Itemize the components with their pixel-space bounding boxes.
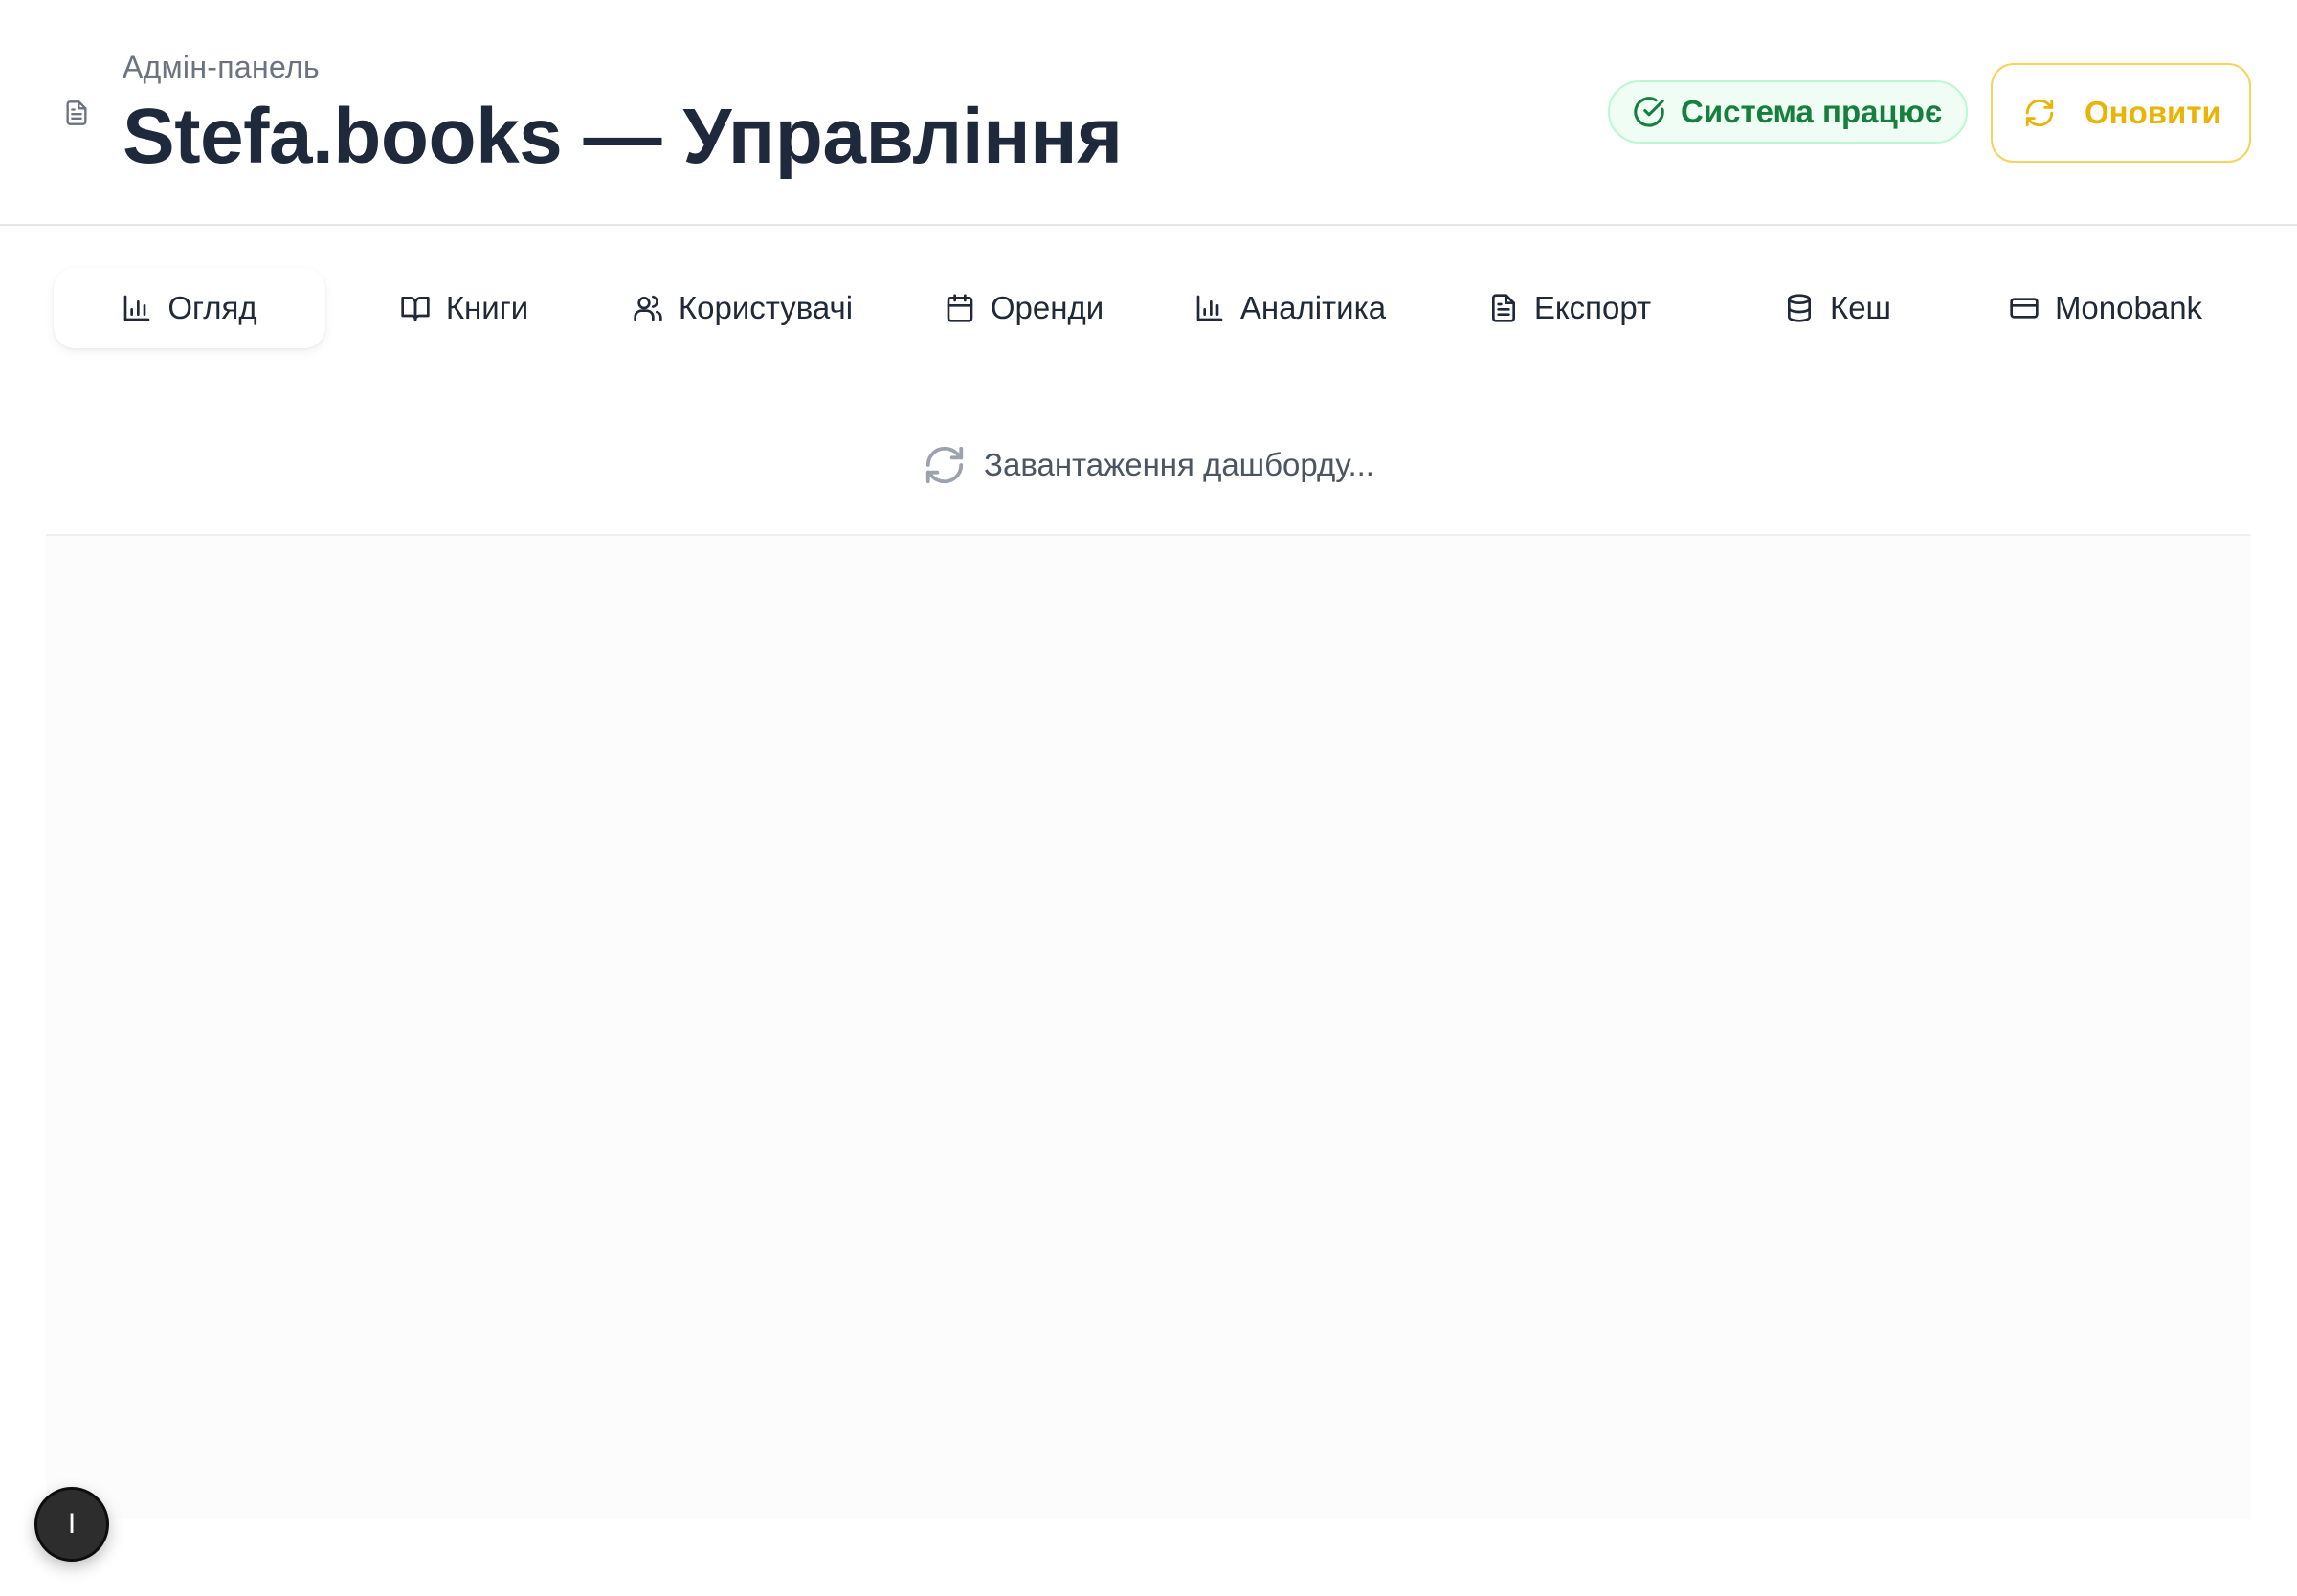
check-circle-icon [1633, 96, 1681, 128]
tab-label: Аналітика [1239, 290, 1387, 325]
tab-bar: Огляд Книги Користувачі Оренди Аналітика… [0, 260, 2297, 356]
bar-chart-icon [1194, 293, 1240, 323]
tab-rentals[interactable]: Оренди [919, 268, 1129, 348]
page-subtitle: Адмін-панель [123, 50, 320, 84]
bar-chart-icon [122, 293, 167, 323]
tab-users[interactable]: Користувачі [609, 268, 877, 348]
tab-label: Кеш [1829, 290, 1892, 325]
tab-label: Книги [445, 290, 529, 325]
tab-label: Експорт [1533, 290, 1652, 325]
dashboard-content-placeholder [46, 534, 2251, 1519]
users-icon [633, 293, 679, 323]
system-status-badge: Система працює [1608, 80, 1968, 144]
tab-label: Користувачі [678, 290, 854, 325]
tab-label: Огляд [167, 290, 257, 325]
refresh-button-label: Оновити [2085, 95, 2221, 130]
tab-analytics[interactable]: Аналітика [1173, 268, 1407, 348]
credit-card-icon [2009, 293, 2055, 323]
loading-text: Завантаження дашборду... [984, 447, 1374, 482]
database-icon [1784, 293, 1830, 323]
tab-label: Оренди [990, 290, 1104, 325]
tab-monobank[interactable]: Monobank [1991, 268, 2220, 348]
page-header: Адмін-панель Stefa.books — Управління Си… [0, 0, 2297, 226]
refresh-icon [2023, 97, 2085, 129]
tab-cache[interactable]: Кеш [1761, 268, 1914, 348]
tab-overview[interactable]: Огляд [54, 268, 325, 348]
tab-export[interactable]: Експорт [1464, 268, 1675, 348]
file-text-icon [1488, 293, 1534, 323]
tab-label: Monobank [2054, 290, 2203, 325]
refresh-button[interactable]: Оновити [1991, 63, 2251, 163]
page-title: Stefa.books — Управління [123, 93, 1123, 180]
spinner-icon [923, 443, 984, 487]
floating-assistant-button[interactable]: I [34, 1487, 109, 1562]
book-open-icon [400, 293, 446, 323]
tab-books[interactable]: Книги [371, 268, 557, 348]
floating-button-label: I [67, 1508, 77, 1540]
system-status-label: Система працює [1681, 94, 1943, 129]
loading-indicator: Завантаження дашборду... [0, 436, 2297, 494]
document-icon [63, 100, 90, 126]
calendar-icon [945, 293, 991, 323]
